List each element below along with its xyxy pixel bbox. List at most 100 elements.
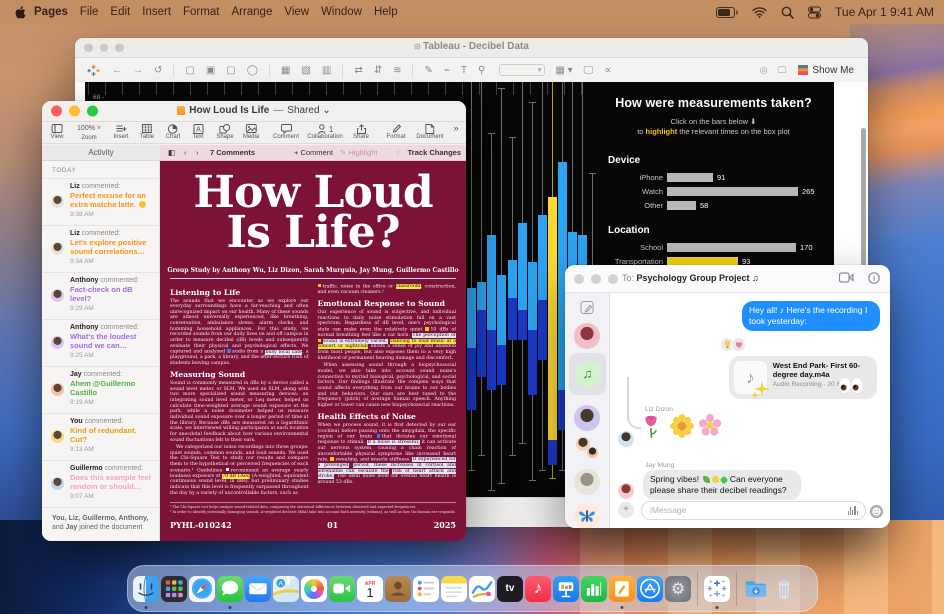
dock-mail[interactable] xyxy=(245,576,271,602)
boxplot-bar[interactable] xyxy=(488,490,495,491)
tableau-tool-icon[interactable]: ≋ xyxy=(393,65,401,76)
boxplot-bar[interactable] xyxy=(497,275,506,345)
boxplot-bar[interactable] xyxy=(478,455,485,456)
prev-comment-button[interactable]: ‹ xyxy=(184,148,187,157)
dock-tableau[interactable] xyxy=(704,576,730,602)
boxplot-bar[interactable] xyxy=(532,395,533,480)
dock-notes[interactable] xyxy=(441,576,467,602)
tableau-tool-icon[interactable]: ← xyxy=(112,65,122,76)
panel-icon[interactable]: ◧ xyxy=(168,148,175,157)
dock-photos[interactable] xyxy=(301,576,327,602)
toolbar-comment[interactable]: Comment xyxy=(273,123,299,141)
dock-tv[interactable]: tv xyxy=(497,576,523,602)
boxplot-bar[interactable] xyxy=(572,82,573,232)
boxplot-bar[interactable] xyxy=(552,465,553,478)
boxplot-bar[interactable] xyxy=(501,385,502,483)
comment-item[interactable]: Liz commented:Perfect excuse for an extr… xyxy=(42,179,159,226)
search-icon[interactable] xyxy=(781,6,794,19)
menu-view[interactable]: View xyxy=(278,6,315,18)
boxplot-bar[interactable] xyxy=(491,390,492,490)
tableau-tool-icon[interactable]: T xyxy=(461,65,467,76)
show-cards-icon[interactable]: ▦ ▾ xyxy=(555,65,572,76)
menu-window[interactable]: Window xyxy=(315,6,368,18)
boxplot-bar[interactable] xyxy=(501,88,502,275)
boxplot-bar[interactable] xyxy=(471,82,472,288)
toolbar-more[interactable]: » xyxy=(453,123,458,134)
boxplot-bar[interactable] xyxy=(487,235,496,330)
dock-maps[interactable]: A xyxy=(273,576,299,602)
fit-dropdown[interactable]: ▾ xyxy=(499,64,545,76)
video-call-icon[interactable] xyxy=(839,272,854,283)
boxplot-bar[interactable] xyxy=(488,133,495,134)
minimize-button[interactable] xyxy=(591,274,601,284)
comment-item[interactable]: You commented:Kind of redundant. Cut?9:1… xyxy=(42,414,159,461)
boxplot-bar[interactable] xyxy=(548,197,557,440)
group-avatar[interactable] xyxy=(575,435,599,459)
boxplot-bar[interactable] xyxy=(542,360,543,470)
boxplot-bar[interactable] xyxy=(508,260,517,298)
dock-freeform[interactable] xyxy=(469,576,495,602)
boxplot-bar[interactable] xyxy=(528,262,537,330)
boxplot-bar[interactable] xyxy=(562,82,563,162)
dock-appstore[interactable] xyxy=(637,576,663,602)
zoom-button[interactable] xyxy=(608,274,618,284)
document-canvas[interactable]: How LoudIs Life? Group Study by Anthony … xyxy=(160,161,466,541)
boxplot-bar[interactable] xyxy=(518,310,527,340)
tableau-tool-icon[interactable]: ▦ xyxy=(281,65,290,76)
boxplot-bar[interactable] xyxy=(481,82,482,282)
boxplot-bar[interactable] xyxy=(538,215,547,300)
menu-pages[interactable]: Pages xyxy=(28,6,74,18)
next-comment-button[interactable]: › xyxy=(196,148,199,157)
boxplot-bar[interactable] xyxy=(512,137,513,260)
tableau-tool-icon[interactable]: ▥ xyxy=(322,65,331,76)
boxplot-bar[interactable] xyxy=(498,483,505,484)
boxplot-bar[interactable] xyxy=(512,340,513,455)
boxplot-bar[interactable] xyxy=(497,345,506,385)
boxplot-bar[interactable] xyxy=(477,310,486,377)
boxplot-bar[interactable] xyxy=(471,410,472,470)
tableau-tool-icon[interactable]: ✎ xyxy=(424,65,432,76)
tableau-tool-icon[interactable]: ▢ xyxy=(226,65,235,76)
toolbar-format[interactable]: Format xyxy=(386,123,405,141)
dock-reminders[interactable] xyxy=(413,576,439,602)
tableau-tool-icon[interactable]: ⇄ xyxy=(354,65,362,76)
toolbar-chart[interactable]: Chart xyxy=(166,123,181,141)
boxplot-bar[interactable] xyxy=(529,102,536,103)
boxplot-bar[interactable] xyxy=(552,82,553,197)
audio-message-icon[interactable] xyxy=(848,506,858,515)
dock-launchpad[interactable] xyxy=(161,576,187,602)
toolbar-shape[interactable]: Shape xyxy=(216,123,233,141)
boxplot-bar[interactable] xyxy=(542,82,543,215)
add-attachment-button[interactable]: + xyxy=(618,502,634,518)
tableau-tool-icon[interactable]: ▢ xyxy=(185,65,194,76)
tableau-tool-icon[interactable]: ▧ xyxy=(301,65,310,76)
bar-row-watch[interactable]: Watch265 xyxy=(593,184,834,198)
show-me-button[interactable]: ◎🖵Show Me xyxy=(760,65,854,76)
toolbar-zoom[interactable]: 100% ˅Zoom xyxy=(77,123,101,142)
emoji-picker-icon[interactable] xyxy=(870,505,883,518)
dock-settings[interactable]: ⚙ xyxy=(665,576,691,602)
conversation-avatar[interactable] xyxy=(574,469,600,495)
dock-safari[interactable] xyxy=(189,576,215,602)
tapback-reactions[interactable] xyxy=(720,337,746,352)
dock-trash[interactable] xyxy=(771,576,797,602)
toolbar-view[interactable]: View xyxy=(51,123,64,141)
comment-item[interactable]: Anthony commented:What's the loudest sou… xyxy=(42,320,159,367)
dock-music[interactable]: ♪ xyxy=(525,576,551,602)
shared-menu[interactable]: Shared ⌄ xyxy=(287,105,330,116)
dock-pages[interactable] xyxy=(609,576,635,602)
comment-item[interactable]: Anthony commented:Fact-check on dB level… xyxy=(42,273,159,320)
add-comment-button[interactable]: + Comment xyxy=(294,148,333,157)
boxplot-bar[interactable] xyxy=(539,470,546,471)
dock-calendar[interactable]: APR1 xyxy=(357,576,383,602)
menu-help[interactable]: Help xyxy=(368,6,404,18)
boxplot-bar[interactable] xyxy=(522,340,523,443)
boxplot-bar[interactable] xyxy=(532,102,533,262)
menu-format[interactable]: Format xyxy=(177,6,225,18)
tableau-tool-icon[interactable]: ⚲ xyxy=(478,65,485,76)
presentation-icon[interactable]: 🖵 xyxy=(584,65,594,76)
boxplot-bar[interactable] xyxy=(509,137,516,138)
boxplot-bar[interactable] xyxy=(549,478,556,479)
boxplot-bar[interactable] xyxy=(518,223,527,310)
comment-item[interactable]: Liz commented:Let's explore positive sou… xyxy=(42,226,159,273)
